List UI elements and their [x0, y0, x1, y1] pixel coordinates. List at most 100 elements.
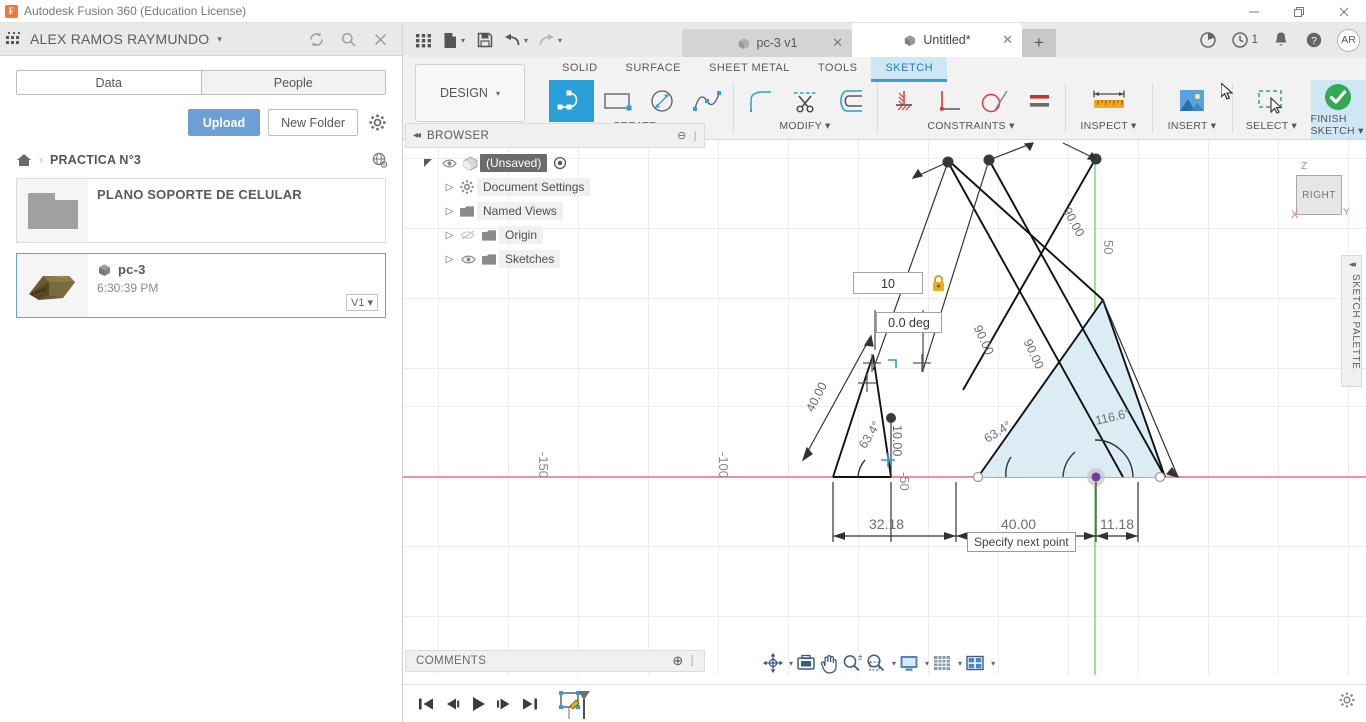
tab-solid[interactable]: SOLID [548, 57, 612, 79]
notifications-bell-icon[interactable] [1271, 30, 1291, 50]
parallel-icon[interactable] [1016, 80, 1061, 122]
chevron-down-icon[interactable]: ▾ [892, 659, 896, 668]
dimension-40-bottom[interactable]: 40.00 [1001, 516, 1036, 532]
measure-icon[interactable] [1086, 80, 1131, 122]
fix-ground-icon[interactable] [881, 80, 926, 122]
view-cube-face[interactable]: RIGHT [1296, 175, 1342, 215]
angle-value-input[interactable]: 0.0 deg [876, 312, 942, 333]
upload-button[interactable]: Upload [188, 109, 260, 136]
trim-scissors-icon[interactable] [783, 80, 828, 122]
browser-status-icon[interactable]: ⊖ [677, 129, 687, 142]
play-icon[interactable] [465, 691, 491, 717]
grid-apps-icon[interactable] [409, 26, 437, 54]
finish-sketch-button[interactable]: FINISH SKETCH ▾ [1311, 80, 1366, 139]
redo-icon[interactable]: ▾ [533, 26, 567, 54]
sketch-palette-tab[interactable]: ◂◂ SKETCH PALETTE [1341, 255, 1362, 387]
home-icon[interactable] [16, 153, 32, 167]
tab-data[interactable]: Data [17, 71, 201, 94]
document-tab-pc-3[interactable]: pc-3 v1 ✕ [682, 29, 852, 57]
chevron-down-icon[interactable]: ▾ [991, 659, 995, 668]
chevron-down-icon[interactable]: ▾ [789, 659, 793, 668]
undo-icon[interactable]: ▾ [499, 26, 533, 54]
list-item[interactable]: PLANO SOPORTE DE CELULAR [16, 178, 386, 243]
gear-icon[interactable] [1338, 691, 1356, 709]
rectangle-icon[interactable] [594, 80, 639, 122]
help-icon[interactable]: ? [1304, 30, 1324, 50]
step-forward-icon[interactable] [491, 691, 517, 717]
list-item[interactable]: pc-3 6:30:39 PM V1 ▾ [16, 253, 386, 318]
tree-item-sketches[interactable]: ▷ Sketches [405, 247, 705, 271]
offset-icon[interactable] [828, 80, 873, 122]
go-to-end-icon[interactable] [517, 691, 543, 717]
chevron-down-icon[interactable]: ▾ [524, 36, 528, 45]
close-icon[interactable]: ✕ [832, 35, 843, 51]
pan-icon[interactable] [819, 651, 839, 675]
fillet-icon[interactable] [738, 80, 783, 122]
new-folder-button[interactable]: New Folder [268, 109, 358, 136]
minimize-icon[interactable] [1231, 0, 1276, 23]
globe-icon[interactable] [371, 152, 388, 168]
sketch-feature-icon[interactable] [557, 689, 597, 719]
look-at-icon[interactable] [795, 651, 817, 675]
comments-panel[interactable]: COMMENTS ⊕ | [405, 650, 705, 672]
dimension-11-18[interactable]: 11.18 [1100, 516, 1134, 532]
display-settings-icon[interactable] [898, 651, 920, 675]
breadcrumb-current-folder[interactable]: PRACTICA N°3 [50, 153, 141, 167]
target-icon[interactable] [553, 156, 567, 170]
collapse-arrows-icon[interactable]: ◂◂ [413, 130, 419, 141]
new-tab-button[interactable]: + [1022, 29, 1056, 57]
avatar[interactable]: AR [1337, 29, 1360, 52]
tree-item-document-settings[interactable]: ▷ Document Settings [405, 175, 705, 199]
expand-triangle-icon[interactable] [423, 158, 438, 169]
resize-grip[interactable]: | [694, 130, 697, 142]
close-panel-icon[interactable] [370, 29, 390, 49]
tree-item-unsaved[interactable]: (Unsaved) [405, 151, 705, 175]
expand-triangle-icon[interactable]: ▷ [442, 206, 457, 217]
spline-icon[interactable] [684, 80, 729, 122]
restore-icon[interactable] [1276, 0, 1321, 23]
save-icon[interactable] [471, 26, 499, 54]
lock-icon[interactable] [931, 274, 946, 292]
visibility-eye-off-icon[interactable] [457, 229, 479, 241]
tangent-icon[interactable] [971, 80, 1016, 122]
zoom-icon[interactable]: ± [841, 651, 863, 675]
tab-tools[interactable]: TOOLS [804, 57, 872, 79]
orbit-icon[interactable] [762, 651, 784, 675]
insert-image-icon[interactable] [1170, 80, 1215, 122]
workspace-switcher[interactable]: DESIGN ▾ [415, 64, 525, 122]
viewports-icon[interactable] [964, 651, 986, 675]
tree-item-named-views[interactable]: ▷ Named Views [405, 199, 705, 223]
help-circle-icon[interactable] [1198, 30, 1218, 50]
expand-triangle-icon[interactable]: ▷ [442, 230, 457, 241]
resize-grip[interactable]: | [691, 655, 694, 667]
visibility-eye-icon[interactable] [438, 158, 460, 169]
perpendicular-icon[interactable] [926, 80, 971, 122]
go-to-beginning-icon[interactable] [413, 691, 439, 717]
close-icon[interactable] [1321, 0, 1366, 23]
dimension-10-vertical[interactable]: 10.00 [890, 425, 904, 456]
grid-snaps-icon[interactable] [931, 651, 953, 675]
expand-triangle-icon[interactable]: ▷ [442, 254, 457, 265]
close-icon[interactable]: ✕ [1002, 32, 1013, 48]
tab-surface[interactable]: SURFACE [612, 57, 695, 79]
chevron-down-icon[interactable]: ▾ [461, 36, 465, 45]
tab-sketch[interactable]: SKETCH [871, 57, 947, 82]
add-comment-icon[interactable]: ⊕ [672, 653, 683, 669]
gear-icon[interactable] [366, 112, 388, 134]
user-dropdown-caret[interactable]: ▾ [217, 34, 222, 45]
refresh-icon[interactable] [306, 29, 326, 49]
tab-people[interactable]: People [201, 71, 386, 94]
new-file-icon[interactable]: ▾ [437, 26, 471, 54]
step-back-icon[interactable] [439, 691, 465, 717]
select-window-icon[interactable] [1249, 80, 1294, 122]
chevron-down-icon[interactable]: ▾ [958, 659, 962, 668]
dimension-value-input[interactable]: 10 [853, 272, 923, 294]
tree-item-origin[interactable]: ▷ Origin [405, 223, 705, 247]
job-status-icon[interactable]: 1 [1231, 30, 1258, 50]
chevron-down-icon[interactable]: ▾ [558, 36, 562, 45]
tab-sheet-metal[interactable]: SHEET METAL [695, 57, 804, 79]
version-badge[interactable]: V1 ▾ [346, 294, 378, 311]
document-tab-untitled[interactable]: Untitled* ✕ [852, 23, 1022, 57]
expand-triangle-icon[interactable]: ▷ [442, 182, 457, 193]
search-icon[interactable] [338, 29, 358, 49]
